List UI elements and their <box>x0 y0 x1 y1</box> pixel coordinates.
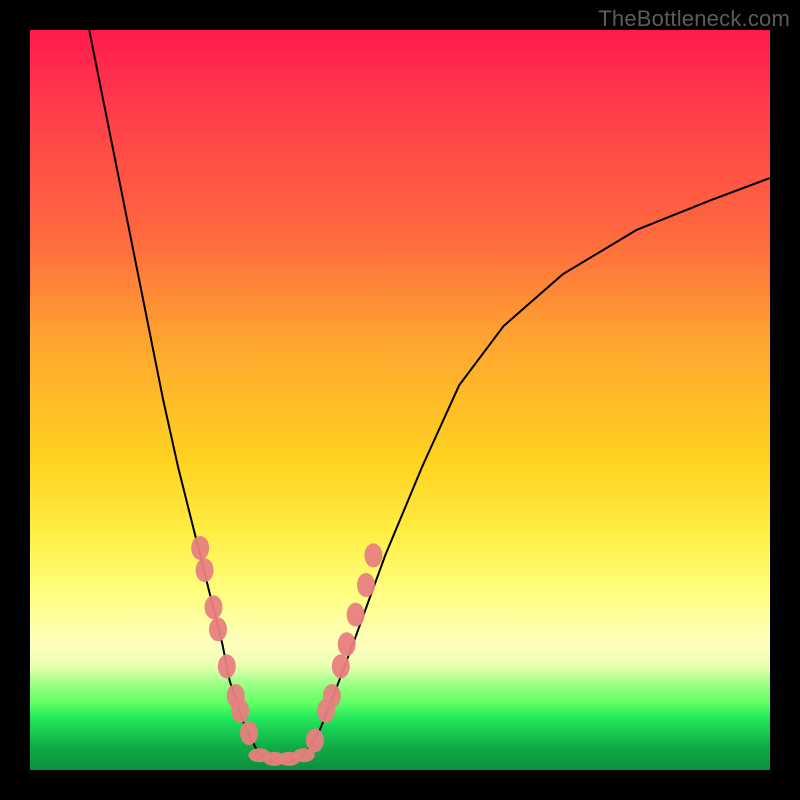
data-marker <box>364 543 382 567</box>
markers-right <box>306 543 383 752</box>
data-marker <box>357 573 375 597</box>
data-marker <box>218 654 236 678</box>
data-marker <box>231 699 249 723</box>
outer-frame: TheBottleneck.com <box>0 0 800 800</box>
data-marker <box>323 684 341 708</box>
data-marker <box>191 536 209 560</box>
attribution-text: TheBottleneck.com <box>598 6 790 32</box>
data-marker <box>240 721 258 745</box>
data-marker <box>338 632 356 656</box>
markers-floor <box>248 748 314 766</box>
plot-area <box>30 30 770 770</box>
chart-svg <box>30 30 770 770</box>
data-marker <box>347 603 365 627</box>
data-marker <box>306 728 324 752</box>
data-marker <box>196 558 214 582</box>
markers-left <box>191 536 258 745</box>
data-marker <box>209 617 227 641</box>
data-marker <box>332 654 350 678</box>
curve-left-branch <box>89 30 259 755</box>
curve-right-branch <box>304 178 770 755</box>
data-marker <box>205 595 223 619</box>
data-marker <box>293 748 315 762</box>
